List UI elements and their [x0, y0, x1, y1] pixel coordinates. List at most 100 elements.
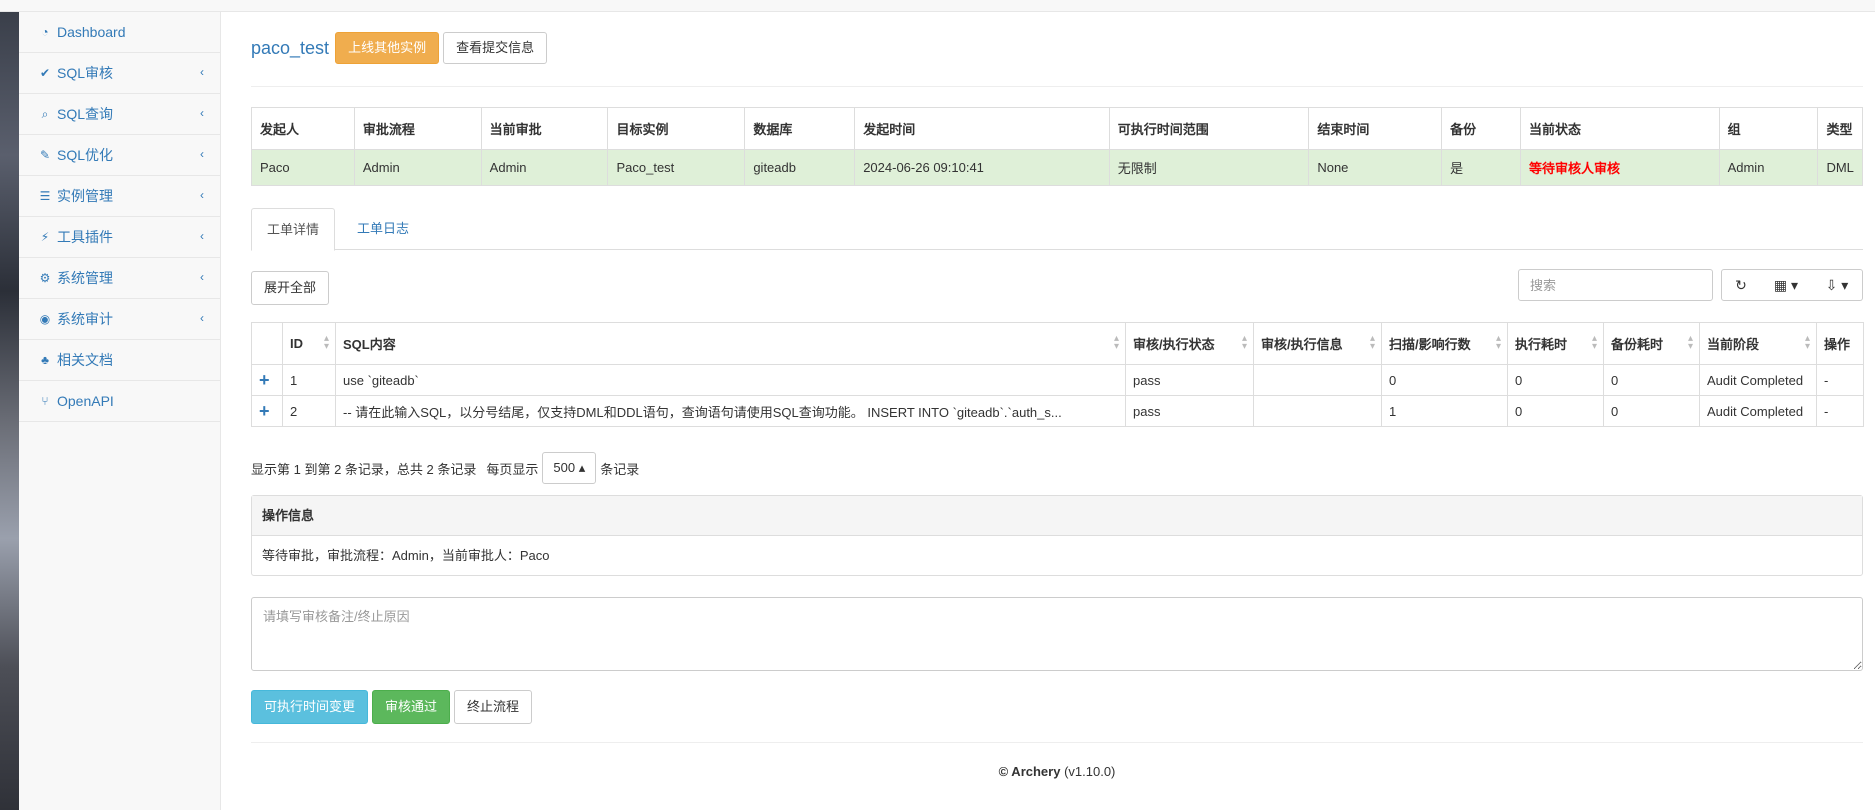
chevron-left-icon: ‹	[200, 311, 204, 325]
sidebar-item-6[interactable]: ⚙ 系统管理 ‹	[19, 258, 220, 299]
chevron-left-icon: ‹	[200, 147, 204, 161]
approve-button[interactable]: 审核通过	[372, 690, 451, 724]
expand-row-icon[interactable]: +	[251, 395, 283, 427]
sql-header-label: 执行耗时	[1515, 337, 1568, 352]
sql-cell-backup: 0	[1603, 364, 1700, 396]
sql-header-label: 当前阶段	[1707, 337, 1760, 352]
terminate-button[interactable]: 终止流程	[454, 690, 533, 724]
code-fork-icon: ⑂	[41, 394, 49, 408]
info-table-row: Paco Admin Admin Paco_test giteadb 2024-06-26…	[251, 149, 1863, 186]
sql-header-cell[interactable]: 审核/执行信息 ▴ ▾	[1253, 322, 1382, 365]
sql-header-cell[interactable]: 审核/执行状态 ▴ ▾	[1125, 322, 1254, 365]
info-cell: Admin	[353, 149, 482, 186]
per-page-select[interactable]: 500 ▴	[542, 452, 597, 484]
page-title: paco_test	[251, 37, 330, 58]
info-cell: None	[1308, 149, 1443, 186]
sql-header-cell[interactable]: 备份耗时 ▴ ▾	[1603, 322, 1700, 365]
sidebar-item-label: 系统管理	[57, 270, 113, 286]
operation-info-panel: 操作信息 等待审批，审批流程：Admin，当前审批人：Paco	[251, 495, 1863, 576]
info-header-cell: 当前审批	[480, 107, 609, 150]
sql-cell-id: 1	[282, 364, 336, 396]
pagination-summary: 显示第 1 到第 2 条记录，总共 2 条记录	[251, 461, 477, 477]
status-badge: 等待审核人审核	[1519, 149, 1720, 186]
sql-header-label: ID	[290, 336, 303, 351]
change-exec-time-button[interactable]: 可执行时间变更	[251, 690, 369, 724]
per-page-suffix: 条记录	[600, 461, 640, 477]
sql-header-label: 审核/执行状态	[1133, 337, 1215, 352]
sql-header-cell[interactable]: 执行耗时 ▴ ▾	[1507, 322, 1604, 365]
sidebar-item-label: OpenAPI	[57, 393, 114, 409]
sidebar-item-8[interactable]: ♣ 相关文档	[19, 340, 220, 381]
sidebar-item-3[interactable]: ✎ SQL优化 ‹	[19, 135, 220, 176]
sidebar-item-4[interactable]: ☰ 实例管理 ‹	[19, 176, 220, 217]
tab-workflow-detail[interactable]: 工单详情	[251, 208, 336, 251]
sql-cell-info	[1253, 395, 1382, 427]
sidebar-item-9[interactable]: ⑂ OpenAPI	[19, 381, 220, 422]
chevron-left-icon: ‹	[200, 65, 204, 79]
sort-icon: ▴ ▾	[1591, 333, 1597, 352]
check-icon: ✔	[39, 66, 51, 80]
columns-icon: ▦ ▾	[1773, 276, 1799, 293]
sql-header-label: 备份耗时	[1611, 337, 1664, 352]
sql-cell-stage: Audit Completed	[1699, 364, 1817, 396]
sql-cell-sql: -- 请在此输入SQL，以分号结尾，仅支持DML和DDL语句，查询语句请使用SQ…	[335, 395, 1126, 427]
sql-header-cell[interactable]: 当前阶段 ▴ ▾	[1699, 322, 1817, 365]
info-cell: DML	[1817, 149, 1863, 186]
sidebar-item-0[interactable]: ◔ Dashboard	[19, 12, 220, 53]
refresh-button[interactable]: ↻	[1721, 269, 1761, 301]
panel-title: 操作信息	[252, 496, 1862, 536]
sql-cell-op: -	[1816, 364, 1864, 396]
background-strip	[0, 12, 19, 810]
database-icon: ☰	[39, 189, 51, 203]
expand-all-button[interactable]: 展开全部	[251, 271, 330, 305]
sql-header-label: 操作	[1824, 337, 1851, 352]
wrench-icon: ✎	[39, 148, 51, 162]
sitemap-icon: ♣	[41, 353, 49, 367]
sql-header-cell[interactable]: SQL内容 ▴ ▾	[335, 322, 1126, 365]
sort-icon: ▴ ▾	[1495, 333, 1501, 352]
info-table-header: 发起人 审批流程 当前审批 目标实例 数据库 发起时间 可执行时间范围 结束时间 备份 当前状态组…	[251, 107, 1863, 150]
search-icon: ⌕	[41, 106, 49, 121]
chevron-left-icon: ‹	[200, 188, 204, 202]
sql-cell-sql: use `giteadb`	[335, 364, 1126, 396]
sidebar-item-7[interactable]: ◉ 系统审计 ‹	[19, 299, 220, 340]
table-row: +2 -- 请在此输入SQL，以分号结尾，仅支持DML和DDL语句，查询语句请使用…	[251, 395, 1864, 427]
export-button[interactable]: ⇩ ▾	[1812, 269, 1863, 301]
tab-workflow-log[interactable]: 工单日志	[342, 208, 424, 250]
sidebar: ◔ Dashboard ✔ SQL审核 ‹ ⌕ SQL查询 ‹ ✎ SQL优化 ‹ ☰ 实例管理 ‹ ⚡ 工具…	[19, 12, 221, 810]
sql-cell-rows: 0	[1381, 364, 1508, 396]
table-toolbar: 展开全部 ↻ ▦ ▾ ⇩ ▾	[251, 269, 1863, 305]
sql-header-cell[interactable]: ID ▴ ▾	[282, 322, 336, 365]
info-header-cell: 发起人	[251, 107, 355, 150]
panel-body: 等待审批，审批流程：Admin，当前审批人：Paco	[262, 548, 550, 563]
remark-textarea[interactable]	[251, 597, 1863, 671]
sidebar-item-2[interactable]: ⌕ SQL查询 ‹	[19, 94, 220, 135]
sort-icon: ▴ ▾	[1369, 333, 1375, 352]
sidebar-item-label: 相关文档	[57, 352, 113, 368]
sidebar-item-1[interactable]: ✔ SQL审核 ‹	[19, 53, 220, 94]
sql-header-cell[interactable]: 扫描/影响行数 ▴ ▾	[1381, 322, 1508, 365]
info-header-cell: 结束时间	[1308, 107, 1443, 150]
info-header-cell: 数据库	[744, 107, 856, 150]
top-navbar	[0, 0, 1875, 12]
columns-toggle-button[interactable]: ▦ ▾	[1760, 269, 1813, 301]
online-other-instance-button[interactable]: 上线其他实例	[335, 32, 440, 64]
sidebar-item-label: SQL优化	[57, 147, 114, 163]
search-input[interactable]	[1518, 269, 1713, 301]
divider	[251, 86, 1863, 87]
expand-row-icon[interactable]: +	[251, 364, 283, 396]
info-cell: giteadb	[744, 149, 856, 186]
view-submit-info-button[interactable]: 查看提交信息	[443, 32, 548, 64]
info-header-cell: 目标实例	[607, 107, 746, 150]
sql-header-label: SQL内容	[343, 337, 396, 352]
sidebar-item-label: 实例管理	[57, 188, 113, 204]
workflow-info-table: 发起人 审批流程 当前审批 目标实例 数据库 发起时间 可执行时间范围 结束时间 备份 当前状态组…	[251, 107, 1863, 186]
sidebar-item-5[interactable]: ⚡ 工具插件 ‹	[19, 217, 220, 258]
sql-table-header: ID ▴ ▾ SQL内容 ▴ ▾ 审核/执行状态 ▴ ▾ 审核/执行信息 ▴ ▾ 扫描/影响行数 ▴ ▾ 执行…	[251, 322, 1864, 365]
info-header-cell: 发起时间	[854, 107, 1110, 150]
info-header-cell: 备份	[1441, 107, 1521, 150]
tab-bar: 工单详情 工单日志	[251, 208, 1863, 251]
sort-icon: ▴ ▾	[1241, 333, 1247, 352]
footer-brand: © Archery	[998, 764, 1061, 779]
sort-icon: ▴ ▾	[323, 333, 329, 352]
